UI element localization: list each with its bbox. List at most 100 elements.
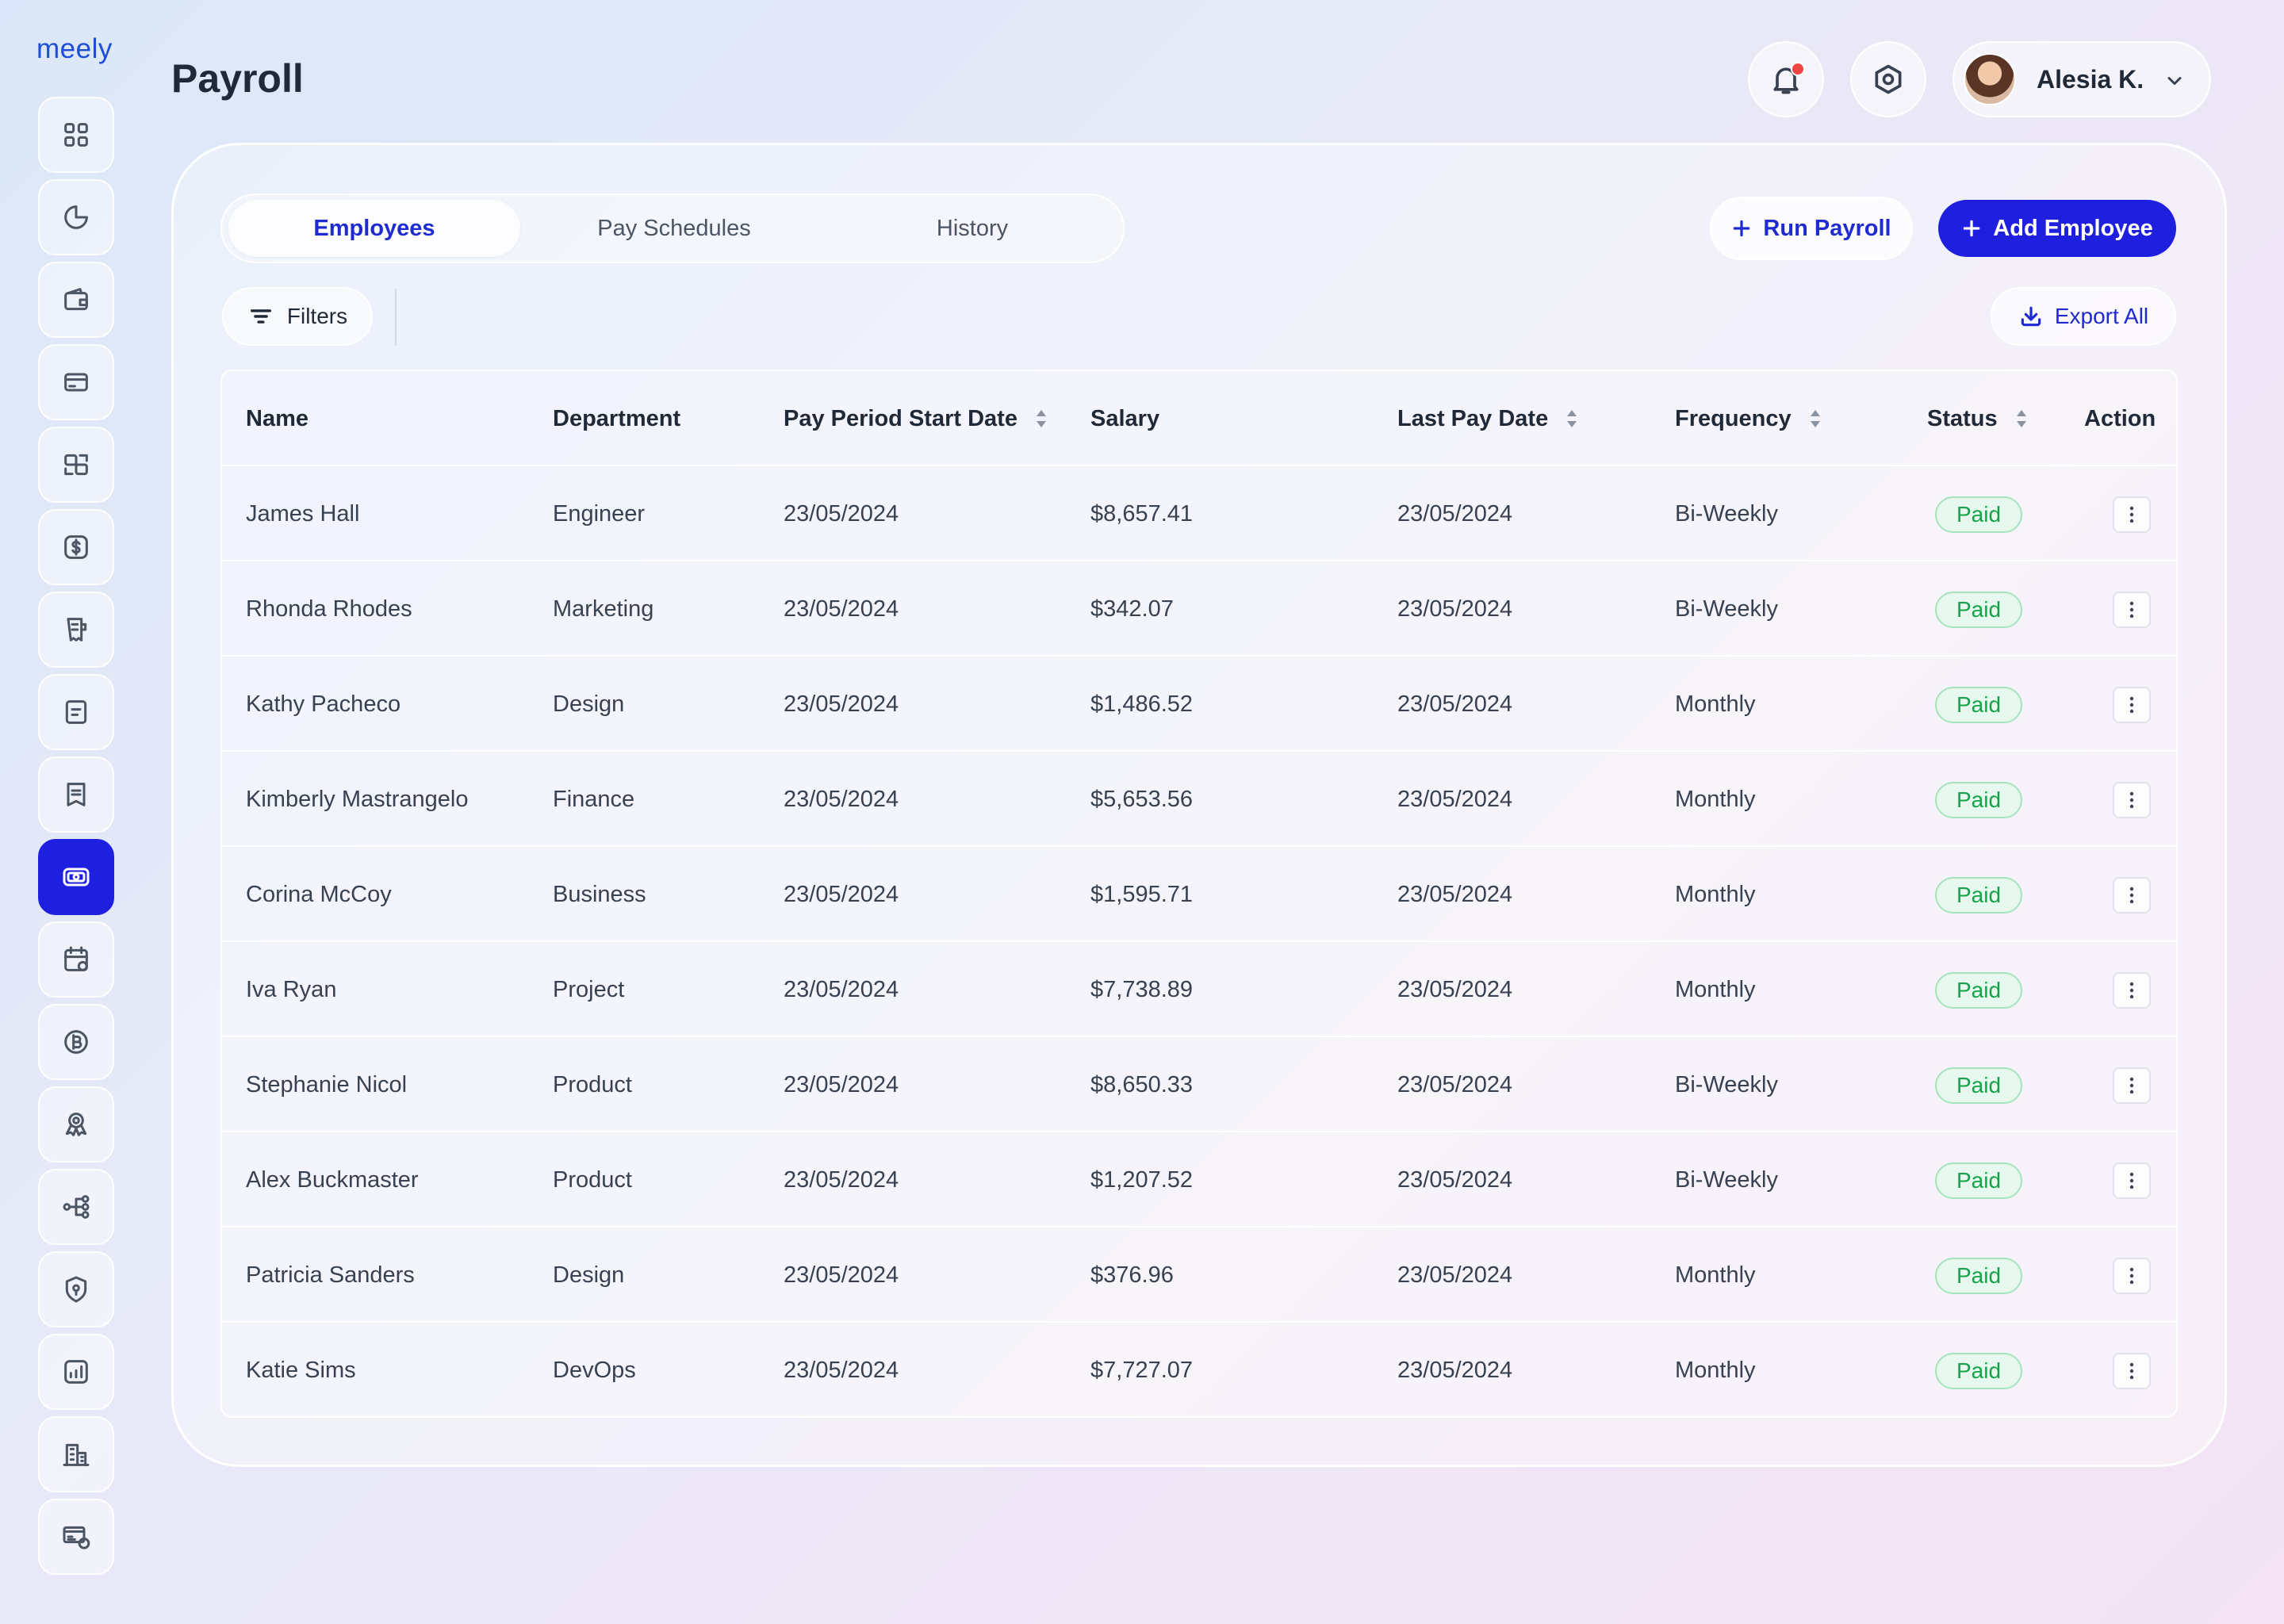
export-all-button[interactable]: Export All xyxy=(1991,287,2176,346)
status-badge: Paid xyxy=(1935,496,2022,533)
cell-department: Design xyxy=(553,691,625,717)
download-icon xyxy=(2021,306,2041,327)
divider xyxy=(395,289,397,346)
row-actions-button[interactable] xyxy=(2113,1353,2151,1389)
row-actions-button[interactable] xyxy=(2113,687,2151,723)
cell-department: Design xyxy=(553,1262,625,1288)
plus-icon xyxy=(1961,218,1982,239)
sidebar-item-invoices[interactable] xyxy=(38,756,114,833)
row-actions-button[interactable] xyxy=(2113,1067,2151,1104)
row-actions-button[interactable] xyxy=(2113,496,2151,533)
table-row[interactable]: Patricia Sanders Design 23/05/2024 $376.… xyxy=(222,1228,2176,1323)
cell-name: Kimberly Mastrangelo xyxy=(246,786,469,812)
sort-icon[interactable] xyxy=(2015,408,2028,429)
cell-last-pay-date: 23/05/2024 xyxy=(1397,1357,1513,1383)
column-header-last-pay-date[interactable]: Last Pay Date xyxy=(1397,371,1578,466)
sidebar-item-cards[interactable] xyxy=(38,344,114,420)
sort-icon[interactable] xyxy=(1809,408,1822,429)
cell-department: Business xyxy=(553,881,646,907)
add-employee-button[interactable]: Add Employee xyxy=(1938,200,2176,257)
sidebar-item-analytics[interactable] xyxy=(38,179,114,255)
sort-icon[interactable] xyxy=(1035,408,1048,429)
sidebar-item-payments[interactable] xyxy=(38,509,114,585)
cell-salary: $376.96 xyxy=(1090,1262,1174,1288)
tab-pay-schedules[interactable]: Pay Schedules xyxy=(528,200,820,257)
table-row[interactable]: Corina McCoy Business 23/05/2024 $1,595.… xyxy=(222,847,2176,942)
sidebar-item-card-payments[interactable] xyxy=(38,1499,114,1575)
sort-icon[interactable] xyxy=(1565,408,1578,429)
cell-last-pay-date: 23/05/2024 xyxy=(1397,596,1513,622)
notifications-button[interactable] xyxy=(1748,41,1824,117)
table-row[interactable]: Kimberly Mastrangelo Finance 23/05/2024 … xyxy=(222,752,2176,847)
sidebar-item-rewards[interactable] xyxy=(38,1086,114,1162)
row-actions-button[interactable] xyxy=(2113,1162,2151,1199)
receipt-icon xyxy=(67,618,87,642)
cell-last-pay-date: 23/05/2024 xyxy=(1397,1071,1513,1097)
cell-last-pay-date: 23/05/2024 xyxy=(1397,881,1513,907)
cell-last-pay-date: 23/05/2024 xyxy=(1397,1166,1513,1193)
bitcoin-icon xyxy=(64,1030,88,1054)
cell-pay-period-start: 23/05/2024 xyxy=(784,1262,899,1288)
add-employee-label: Add Employee xyxy=(1993,215,2153,241)
column-header-frequency[interactable]: Frequency xyxy=(1675,371,1822,466)
sidebar-item-transfers[interactable] xyxy=(38,427,114,503)
sidebar-item-payroll[interactable] xyxy=(38,839,114,915)
run-payroll-button[interactable]: Run Payroll xyxy=(1710,197,1913,260)
user-menu[interactable]: Alesia K. xyxy=(1953,41,2211,117)
cell-frequency: Bi-Weekly xyxy=(1675,596,1778,622)
table-row[interactable]: Alex Buckmaster Product 23/05/2024 $1,20… xyxy=(222,1132,2176,1228)
sidebar-item-reports[interactable] xyxy=(38,1334,114,1410)
cell-name: Stephanie Nicol xyxy=(246,1071,408,1097)
table-row[interactable]: Stephanie Nicol Product 23/05/2024 $8,65… xyxy=(222,1037,2176,1132)
sidebar-item-dashboard[interactable] xyxy=(38,97,114,173)
filters-button[interactable]: Filters xyxy=(222,287,373,346)
row-actions-button[interactable] xyxy=(2113,592,2151,628)
sidebar-item-workflow[interactable] xyxy=(38,1169,114,1245)
table-row[interactable]: James Hall Engineer 23/05/2024 $8,657.41… xyxy=(222,466,2176,561)
table-row[interactable]: Iva Ryan Project 23/05/2024 $7,738.89 23… xyxy=(222,942,2176,1037)
cell-frequency: Monthly xyxy=(1675,1357,1756,1383)
cell-name: Iva Ryan xyxy=(246,976,337,1002)
tab-bar: Employees Pay Schedules History xyxy=(220,193,1125,263)
sidebar-item-calendar[interactable] xyxy=(38,921,114,998)
settings-button[interactable] xyxy=(1850,41,1926,117)
more-vertical-icon xyxy=(2129,506,2134,523)
cell-last-pay-date: 23/05/2024 xyxy=(1397,1262,1513,1288)
cell-name: James Hall xyxy=(246,500,360,527)
status-badge: Paid xyxy=(1935,1353,2022,1389)
transfer-icon xyxy=(64,454,88,476)
cell-last-pay-date: 23/05/2024 xyxy=(1397,500,1513,527)
sidebar-item-receipts[interactable] xyxy=(38,592,114,668)
column-header-action: Action xyxy=(2084,405,2156,431)
cell-pay-period-start: 23/05/2024 xyxy=(784,1166,899,1193)
sidebar-item-security[interactable] xyxy=(38,1251,114,1327)
table-row[interactable]: Kathy Pacheco Design 23/05/2024 $1,486.5… xyxy=(222,657,2176,752)
cell-department: Marketing xyxy=(553,596,654,622)
sidebar-item-crypto[interactable] xyxy=(38,1004,114,1080)
cell-salary: $8,657.41 xyxy=(1090,500,1194,527)
column-header-status[interactable]: Status xyxy=(1927,371,2028,466)
row-actions-button[interactable] xyxy=(2113,782,2151,818)
cell-last-pay-date: 23/05/2024 xyxy=(1397,691,1513,717)
sidebar-item-documents[interactable] xyxy=(38,674,114,750)
more-vertical-icon xyxy=(2129,1362,2134,1380)
invoice-icon xyxy=(67,783,86,806)
table-row[interactable]: Katie Sims DevOps 23/05/2024 $7,727.07 2… xyxy=(222,1323,2176,1416)
column-header-pay-period-start[interactable]: Pay Period Start Date xyxy=(784,371,1048,466)
tab-history[interactable]: History xyxy=(826,200,1118,257)
row-actions-button[interactable] xyxy=(2113,877,2151,914)
tab-employees[interactable]: Employees xyxy=(228,200,520,257)
row-actions-button[interactable] xyxy=(2113,1258,2151,1294)
cell-frequency: Monthly xyxy=(1675,691,1756,717)
cell-salary: $1,486.52 xyxy=(1090,691,1194,717)
status-badge: Paid xyxy=(1935,1067,2022,1104)
row-actions-button[interactable] xyxy=(2113,972,2151,1009)
sidebar-item-wallet[interactable] xyxy=(38,262,114,338)
sidebar-item-company[interactable] xyxy=(38,1416,114,1492)
export-all-label: Export All xyxy=(2054,304,2149,328)
cell-frequency: Bi-Weekly xyxy=(1675,1166,1778,1193)
cell-name: Corina McCoy xyxy=(246,881,392,907)
table-row[interactable]: Rhonda Rhodes Marketing 23/05/2024 $342.… xyxy=(222,561,2176,657)
payroll-table: Name Department Pay Period Start Date Sa… xyxy=(220,370,2178,1418)
cell-salary: $7,738.89 xyxy=(1090,976,1194,1002)
